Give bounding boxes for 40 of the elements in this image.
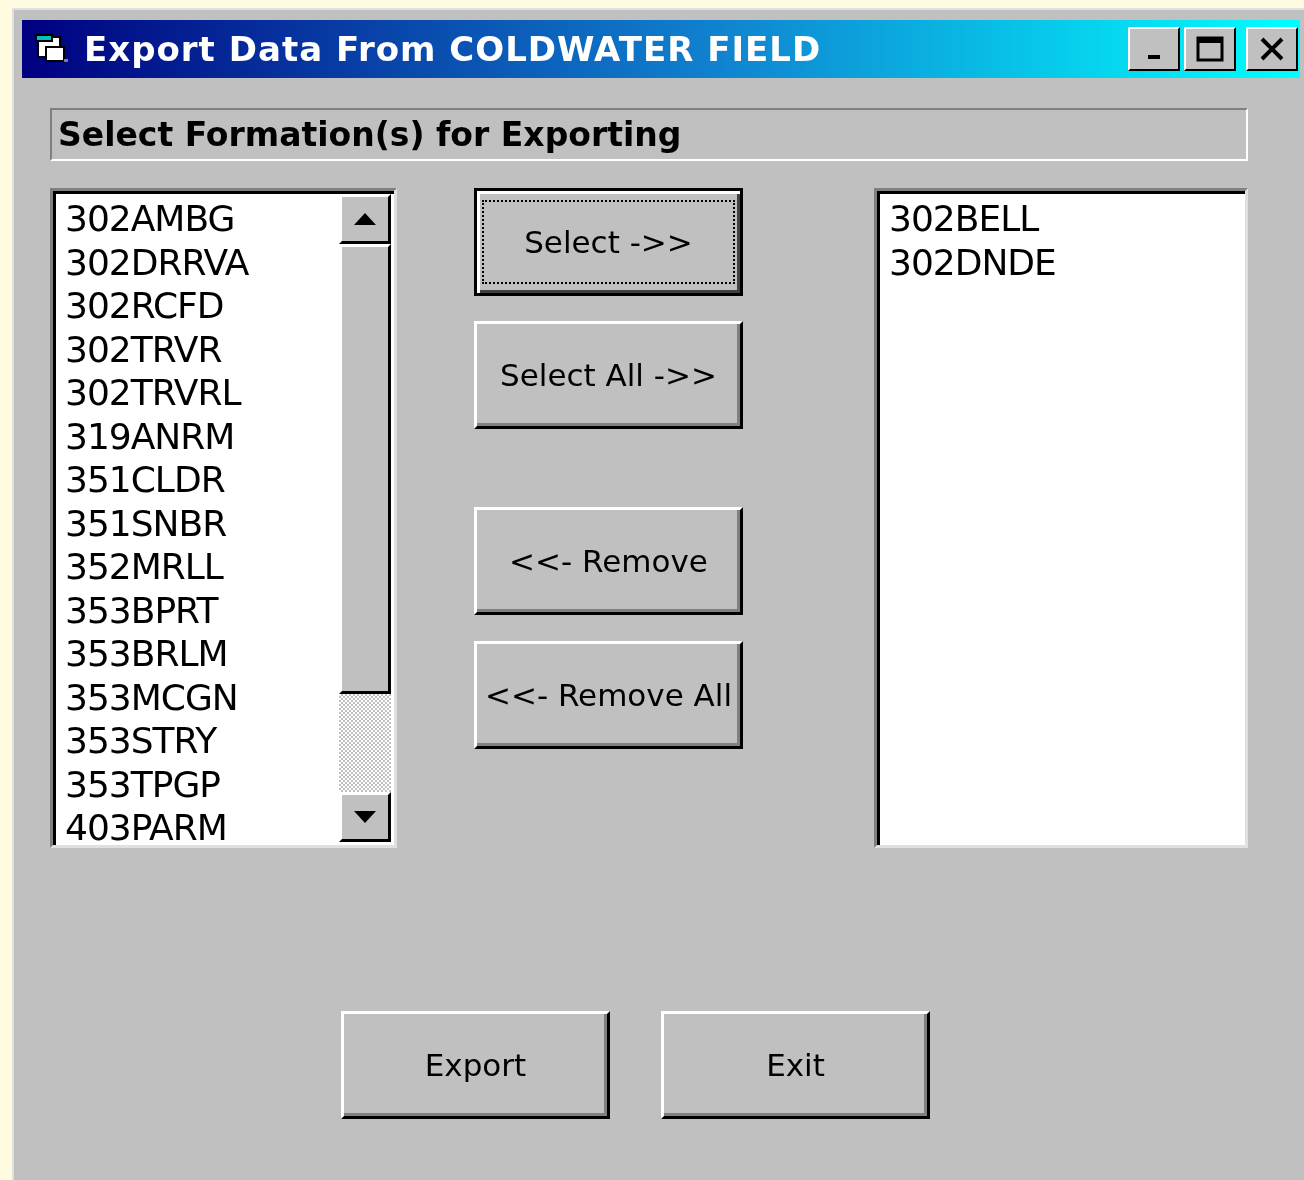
close-button[interactable] bbox=[1246, 27, 1298, 71]
close-icon bbox=[1259, 37, 1285, 61]
scroll-up-button[interactable] bbox=[339, 194, 391, 244]
list-item[interactable]: 302TRVR bbox=[65, 327, 339, 371]
minimize-button[interactable] bbox=[1128, 27, 1180, 71]
list-item[interactable]: 302DNDE bbox=[889, 240, 1245, 284]
selected-listbox[interactable]: 302BELL 302DNDE bbox=[874, 188, 1248, 848]
down-arrow-icon bbox=[354, 811, 376, 823]
list-item[interactable]: 403PARM bbox=[65, 806, 339, 850]
list-item[interactable]: 353STRY bbox=[65, 719, 339, 763]
scroll-thumb[interactable] bbox=[339, 244, 391, 694]
list-item[interactable]: 353BRLM bbox=[65, 632, 339, 676]
section-heading: Select Formation(s) for Exporting bbox=[50, 108, 1248, 161]
list-item[interactable]: 302BELL bbox=[889, 197, 1245, 241]
window-app-icon bbox=[34, 33, 70, 65]
list-item[interactable]: 353MCGN bbox=[65, 675, 339, 719]
action-button[interactable]: Select All ->> bbox=[474, 321, 743, 429]
list-item[interactable]: 302TRVRL bbox=[65, 371, 339, 415]
scroll-down-button[interactable] bbox=[339, 792, 391, 842]
vertical-scrollbar[interactable] bbox=[339, 194, 391, 842]
list-item[interactable]: 352MRLL bbox=[65, 545, 339, 589]
list-item[interactable]: 302DRRVA bbox=[65, 240, 339, 284]
maximize-icon bbox=[1196, 36, 1224, 62]
list-item[interactable]: 351SNBR bbox=[65, 501, 339, 545]
up-arrow-icon bbox=[354, 213, 376, 225]
action-button[interactable]: <<- Remove All bbox=[474, 641, 743, 749]
window-title: Export Data From COLDWATER FIELD bbox=[84, 29, 822, 69]
list-item[interactable]: 302AMBG bbox=[65, 197, 339, 241]
list-item[interactable]: 319ANRM bbox=[65, 414, 339, 458]
list-item[interactable]: 353TPGP bbox=[65, 762, 339, 806]
action-button[interactable]: <<- Remove bbox=[474, 507, 743, 615]
list-item[interactable]: 302RCFD bbox=[65, 284, 339, 328]
available-listbox[interactable]: 302AMBG 302DRRVA 302RCFD 302TRVR 302TRVRL 319ANRM 351CLDR 351SNBR 352MRLL 353BPRT 353BRLM 353MCGN 353STRY 353TPGP 403PARM bbox=[50, 188, 397, 848]
list-item[interactable]: 351CLDR bbox=[65, 458, 339, 502]
export-button[interactable]: Export bbox=[341, 1011, 610, 1119]
maximize-button[interactable] bbox=[1184, 27, 1236, 71]
action-button[interactable]: Select ->> bbox=[474, 188, 743, 296]
minimize-icon bbox=[1148, 55, 1160, 59]
exit-button[interactable]: Exit bbox=[661, 1011, 930, 1119]
list-item[interactable]: 353BPRT bbox=[65, 588, 339, 632]
